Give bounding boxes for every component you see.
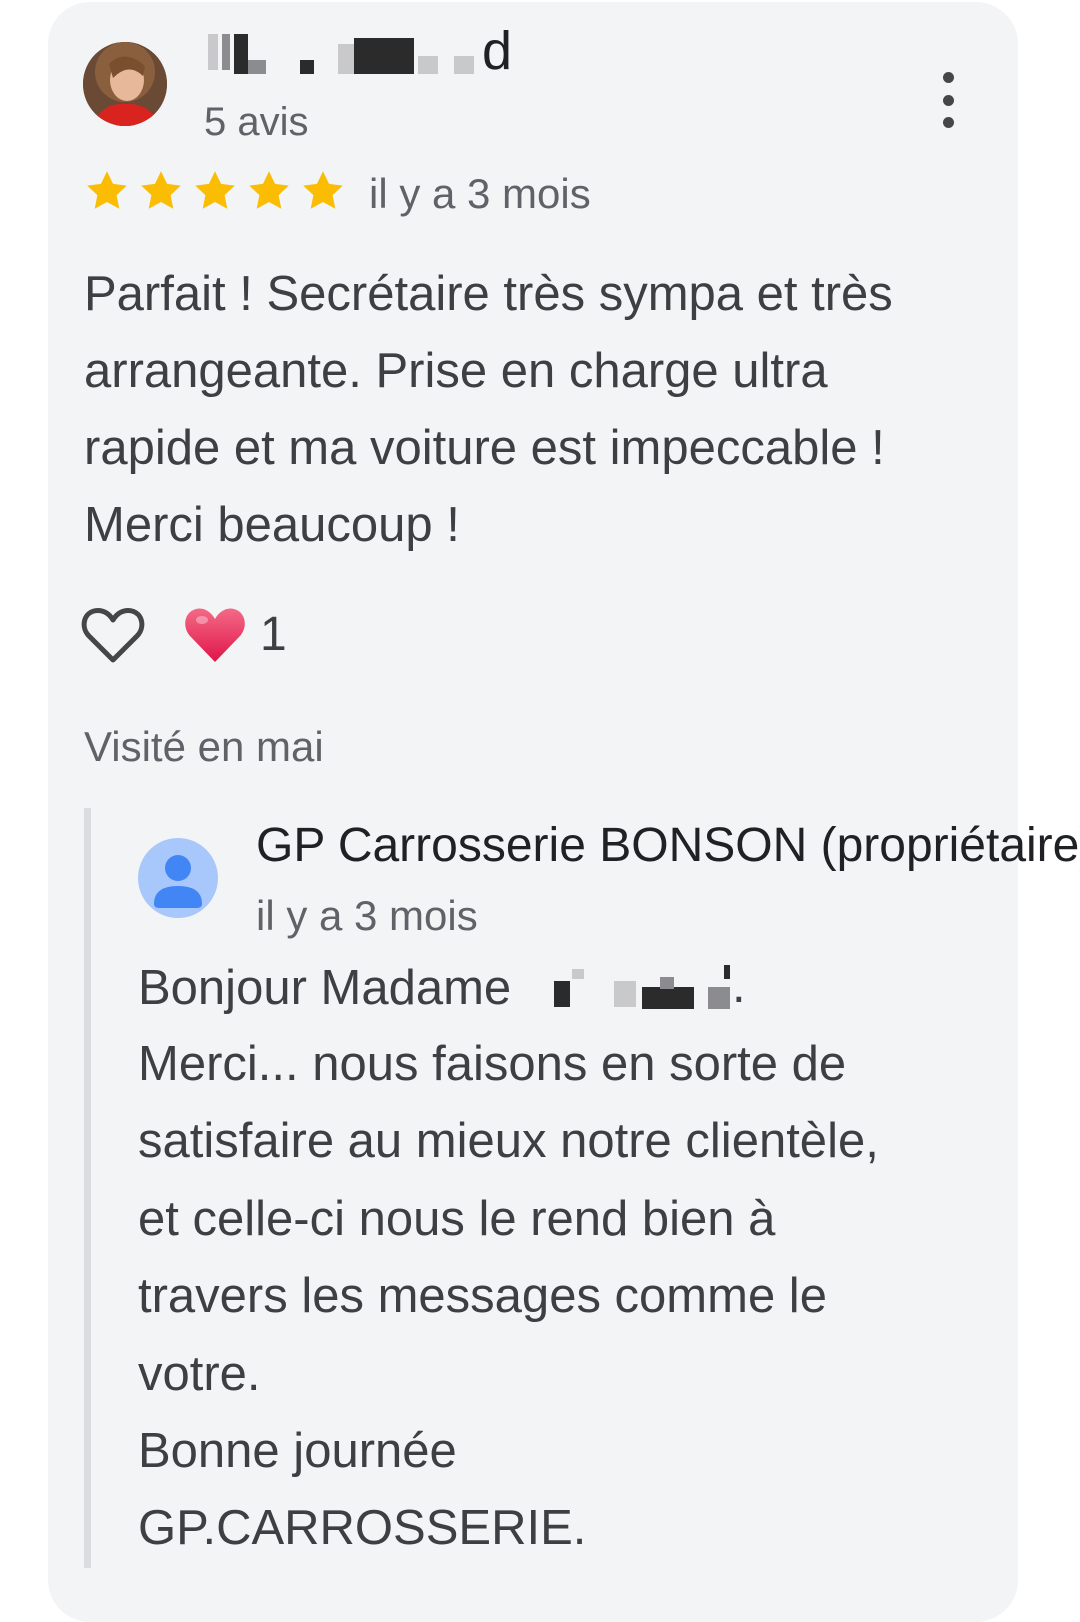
star-rating xyxy=(82,166,348,216)
owner-reply-date: il y a 3 mois xyxy=(256,892,478,939)
star-icon xyxy=(249,171,289,209)
redacted-block xyxy=(614,981,636,1007)
redacted-block xyxy=(300,60,314,74)
owner-reply-text: Merci... nous faisons en sorte de satisf… xyxy=(138,1037,879,1556)
owner-avatar[interactable] xyxy=(138,838,218,918)
reviewer-name[interactable]: d xyxy=(204,22,514,84)
like-button[interactable] xyxy=(80,604,146,666)
reviewer-avatar[interactable] xyxy=(83,42,167,126)
redacted-block xyxy=(642,987,694,1009)
review-date: il y a 3 mois xyxy=(369,170,591,217)
heart-reaction-button[interactable] xyxy=(182,604,248,666)
redacted-name: . xyxy=(550,959,750,1019)
redacted-block xyxy=(338,44,354,74)
star-icon xyxy=(141,171,181,209)
redacted-block xyxy=(660,977,674,989)
redacted-block xyxy=(354,38,414,74)
visited-date: Visité en mai xyxy=(84,723,324,770)
star-icon xyxy=(195,171,235,209)
redacted-block xyxy=(222,34,230,70)
more-vert-dot xyxy=(942,117,954,128)
reviewer-photo-icon xyxy=(83,42,167,126)
redacted-block xyxy=(418,56,438,74)
review-count[interactable]: 5 avis xyxy=(204,98,309,146)
review-text: Parfait ! Secrétaire très sympa et très … xyxy=(84,267,893,552)
redacted-block xyxy=(454,56,474,74)
more-vert-icon xyxy=(942,72,954,83)
redacted-block xyxy=(572,969,584,979)
reviewer-name-visible: d xyxy=(482,21,513,81)
redacted-block xyxy=(234,34,248,74)
star-icon xyxy=(87,171,127,209)
heart-outline-icon xyxy=(81,608,145,663)
owner-greeting: Bonjour Madame . xyxy=(138,955,746,1021)
greeting-text: Bonjour Madame xyxy=(138,961,512,1015)
person-icon xyxy=(154,855,202,908)
more-options-button[interactable] xyxy=(928,72,968,128)
redacted-block xyxy=(248,60,266,74)
more-vert-dot xyxy=(942,94,954,106)
reply-divider xyxy=(84,808,91,1568)
reaction-count: 1 xyxy=(260,608,287,661)
star-icon xyxy=(303,171,343,209)
redacted-block xyxy=(708,987,730,1009)
greeting-end: . xyxy=(732,959,746,1013)
redacted-block xyxy=(724,965,730,979)
redacted-block xyxy=(554,981,570,1007)
owner-name[interactable]: GP Carrosserie BONSON (propriétaire) xyxy=(256,817,1080,875)
redacted-block xyxy=(208,34,218,70)
red-heart-icon xyxy=(185,608,245,662)
